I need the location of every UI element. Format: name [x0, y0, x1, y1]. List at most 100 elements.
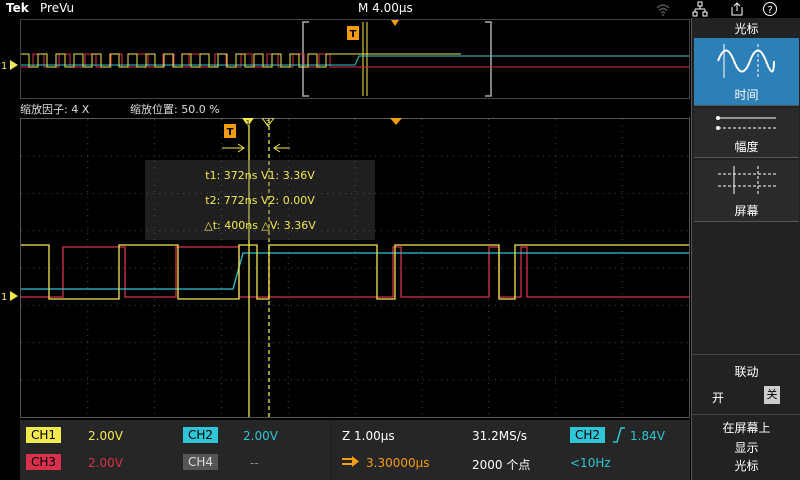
grid-dot [651, 379, 652, 381]
grid-dot [154, 371, 156, 372]
grid-dot [483, 230, 484, 232]
grid-dot [489, 193, 490, 194]
grid-dot [561, 379, 562, 381]
grid-dot [243, 267, 244, 269]
grid-dot [87, 293, 89, 294]
grid-dot [621, 269, 623, 270]
grid-dot [201, 267, 202, 269]
ch1-scale[interactable]: 2.00V [88, 429, 123, 443]
grid-dot [573, 379, 574, 381]
grid-dot [663, 267, 664, 269]
grid-dot [354, 287, 356, 288]
cursor-mode-time-label: 时间 [734, 88, 759, 102]
grid-dot [621, 365, 623, 366]
grid-dot [447, 230, 448, 232]
cursor-mode-screen-label: 屏幕 [734, 204, 759, 218]
trigger-source-badge[interactable]: CH2 [570, 427, 606, 443]
timebase-readout[interactable]: M 4.00µs [358, 1, 413, 15]
ch4-scale[interactable]: -- [250, 456, 259, 470]
overview-waveform[interactable]: T [20, 19, 690, 99]
grid-dot [621, 167, 623, 168]
grid-dot [657, 230, 658, 232]
cursor-mode-time[interactable]: 时间 [694, 38, 799, 106]
grid-dot [287, 407, 289, 408]
cursor-mode-amplitude[interactable]: 幅度 [694, 108, 799, 158]
grid-dot [287, 413, 289, 414]
ch3-badge[interactable]: CH3 [26, 454, 62, 470]
grid-dot [165, 379, 166, 381]
help-icon[interactable]: ? [762, 1, 778, 17]
grid-dot [273, 304, 274, 306]
grid-dot [387, 193, 388, 194]
grid-dot [627, 155, 628, 157]
grid-dot [393, 342, 394, 343]
grid-dot [123, 267, 124, 269]
grid-dot [429, 155, 430, 157]
show-cursors-on-screen[interactable]: 在屏幕上 显示 光标 [692, 414, 800, 480]
link-off-option[interactable]: 关 [764, 386, 780, 404]
ch1-ground-marker-main[interactable]: 1 [0, 289, 20, 303]
grid-dot [303, 379, 304, 381]
grid-dot [287, 251, 289, 252]
grid-dot [477, 267, 478, 269]
grid-dot [183, 304, 184, 306]
grid-dot [639, 342, 640, 343]
grid-dot [285, 379, 286, 381]
grid-dot [87, 193, 88, 194]
grid-dot [663, 155, 664, 157]
network-icon[interactable] [692, 1, 708, 17]
zoom-window-right-bracket [485, 21, 492, 97]
ch2-badge[interactable]: CH2 [183, 427, 219, 443]
grid-dot [87, 341, 89, 342]
grid-dot [327, 342, 328, 343]
grid-dot [381, 193, 382, 194]
ch2-scale[interactable]: 2.00V [243, 429, 278, 443]
grid-dot [471, 155, 472, 157]
ch1-badge[interactable]: CH1 [26, 427, 62, 443]
grid-dot [87, 245, 89, 246]
grid-dot [615, 230, 616, 232]
grid-dot [154, 275, 156, 276]
cursor-markers[interactable]: T 1 2 [220, 118, 290, 154]
link-on-option[interactable]: 开 [712, 389, 724, 406]
grid-dot [421, 275, 423, 276]
grid-dot [309, 379, 310, 381]
grid-dot [507, 379, 508, 381]
link-cursors-control[interactable]: 联动 开 关 [692, 354, 800, 410]
grid-dot [220, 275, 222, 276]
cursor-mode-screen[interactable]: 屏幕 [694, 160, 799, 222]
grid-dot [171, 342, 172, 343]
grid-dot [447, 379, 448, 381]
grid-dot [33, 342, 34, 343]
grid-dot [537, 230, 538, 232]
grid-dot [354, 389, 356, 390]
grid-dot [421, 305, 423, 306]
grid-dot [609, 267, 610, 269]
grid-dot [220, 269, 222, 270]
zoom-scale[interactable]: Z 1.00µs [342, 429, 395, 443]
grid-dot [327, 267, 328, 269]
grid-dot [669, 379, 670, 381]
grid-dot [554, 191, 556, 192]
ch3-scale[interactable]: 2.00V [88, 456, 123, 470]
trigger-level[interactable]: 1.84V [630, 429, 665, 443]
trigger-delay[interactable]: 3.30000µs [366, 456, 430, 470]
grid-dot [345, 155, 346, 157]
grid-dot [117, 193, 118, 194]
wifi-icon [656, 4, 670, 16]
grid-dot [579, 193, 580, 194]
grid-dot [354, 269, 356, 270]
ch4-badge[interactable]: CH4 [183, 454, 219, 470]
ch1-ground-marker-overview[interactable]: 1 [0, 58, 20, 72]
grid-dot [220, 155, 222, 156]
grid-dot [411, 193, 412, 194]
overview-traces [21, 53, 689, 68]
grid-dot [287, 401, 289, 402]
record-length[interactable]: 2000 个点 [472, 456, 530, 473]
grid-dot [255, 155, 256, 157]
grid-dot [488, 329, 490, 330]
export-icon[interactable] [729, 1, 745, 17]
grid-dot [411, 379, 412, 381]
grid-dot [87, 167, 89, 168]
grid-dot [87, 239, 89, 240]
